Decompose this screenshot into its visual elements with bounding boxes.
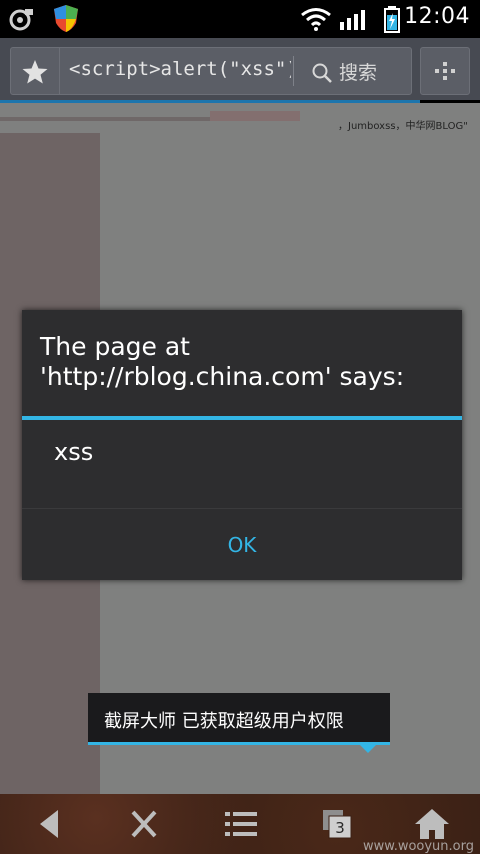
home-button[interactable] [412,806,452,842]
toast-pointer [360,745,376,753]
page-credit-text: ，Jumboxss，中华网BLOG" [338,121,468,132]
watermark: www.wooyun.org [362,839,474,854]
close-icon [131,810,157,838]
wifi-icon [301,8,331,31]
dialog-button-divider [22,508,462,509]
tabs-icon: 3 [323,810,352,839]
page-header-block [210,111,300,121]
clock: 12:04 [404,4,470,29]
menu-button[interactable] [420,47,470,95]
screenshot-app-icon [9,9,33,31]
dialog-title: The page at 'http://rblog.china.com' say… [40,332,405,391]
bookmark-button[interactable] [11,48,60,94]
back-arrow-icon [40,810,58,838]
menu-list-button[interactable] [222,806,262,842]
list-icon [225,812,257,836]
home-icon [415,809,449,839]
url-bar[interactable]: <script>alert("xss") 搜索 [10,47,412,95]
search-icon [312,63,332,83]
status-bar: 12:04 [0,0,480,38]
dialog-message: xss [54,438,94,466]
back-button[interactable] [30,806,70,842]
svg-text:3: 3 [335,819,345,837]
url-text[interactable]: <script>alert("xss") [69,58,291,80]
stop-button[interactable] [124,806,164,842]
bottom-toolbar: 3 www.wooyun.org [0,794,480,854]
toast-text: 截屏大师 已获取超级用户权限 [104,711,344,732]
browser-toolbar: <script>alert("xss") 搜索 [0,38,480,100]
toast-notification: 截屏大师 已获取超级用户权限 [88,693,390,753]
search-label: 搜索 [339,62,378,84]
url-divider [293,56,294,86]
dialog-title-separator [22,416,462,420]
shield-icon [54,5,78,32]
search-button[interactable]: 搜索 [301,54,409,88]
star-icon [22,60,48,84]
signal-icon [340,10,365,30]
ok-button[interactable]: OK [22,510,462,580]
battery-charging-icon [384,6,400,33]
menu-dots-icon [435,62,455,80]
tabs-button[interactable]: 3 [318,806,358,842]
alert-dialog: The page at 'http://rblog.china.com' say… [22,310,462,580]
